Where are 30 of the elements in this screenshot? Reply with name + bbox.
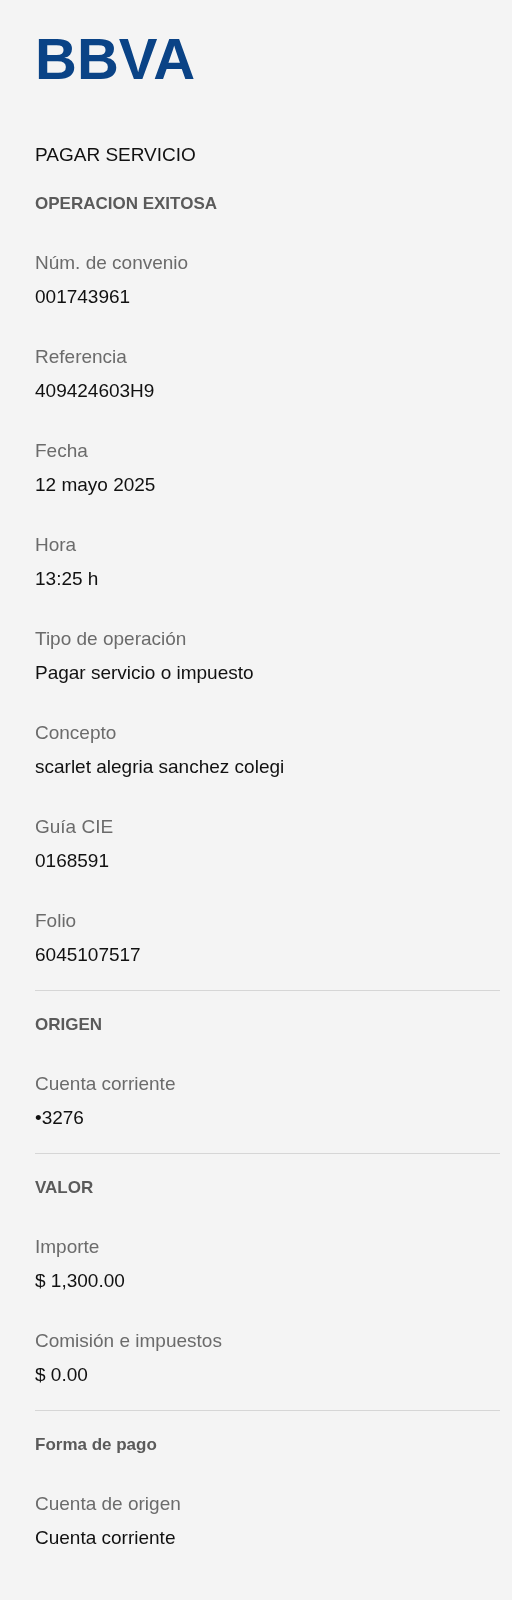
field-value: 001743961 bbox=[35, 285, 131, 309]
section-heading: ORIGEN bbox=[35, 1014, 103, 1036]
field-label: Fecha bbox=[35, 439, 88, 463]
field-label: Guía CIE bbox=[35, 815, 114, 839]
field-value: 409424603H9 bbox=[35, 379, 155, 403]
field-value: $ 1,300.00 bbox=[35, 1269, 125, 1293]
field-label: Referencia bbox=[35, 345, 127, 369]
field-label: Tipo de operación bbox=[35, 627, 187, 651]
field-value: 0168591 bbox=[35, 849, 109, 873]
field-value: Pagar servicio o impuesto bbox=[35, 661, 254, 685]
field-value: 12 mayo 2025 bbox=[35, 473, 156, 497]
field-label: Importe bbox=[35, 1235, 100, 1259]
section-heading: VALOR bbox=[35, 1177, 94, 1199]
field-value: 6045107517 bbox=[35, 943, 141, 967]
page-title: PAGAR SERVICIO bbox=[35, 143, 196, 167]
field-value: 13:25 h bbox=[35, 567, 99, 591]
field-label: Comisión e impuestos bbox=[35, 1329, 222, 1353]
section-heading: Forma de pago bbox=[35, 1434, 157, 1456]
field-label: Folio bbox=[35, 909, 77, 933]
section-heading: OPERACION EXITOSA bbox=[35, 193, 217, 215]
field-label: Cuenta corriente bbox=[35, 1072, 176, 1096]
field-value: •3276 bbox=[35, 1106, 84, 1130]
field-label: Cuenta de origen bbox=[35, 1492, 181, 1516]
field-label: Núm. de convenio bbox=[35, 251, 189, 275]
field-label: Hora bbox=[35, 533, 77, 557]
field-label: Concepto bbox=[35, 721, 117, 745]
field-value: $ 0.00 bbox=[35, 1363, 88, 1387]
field-value: scarlet alegria sanchez colegi bbox=[35, 755, 285, 779]
field-value: Cuenta corriente bbox=[35, 1526, 176, 1550]
bank-logo: BBVA bbox=[35, 30, 196, 88]
